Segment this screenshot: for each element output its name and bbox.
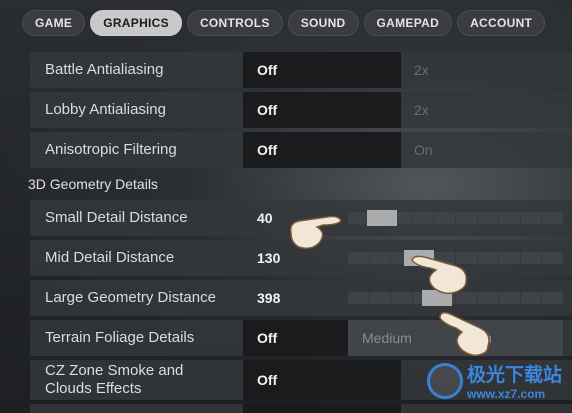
setting-label: Lobby Antialiasing	[45, 101, 166, 118]
tab-graphics[interactable]: GRAPHICS	[90, 10, 182, 36]
setting-label: Anisotropic Filtering	[45, 141, 177, 158]
pointing-hand-icon	[439, 311, 490, 357]
setting-row-partial	[30, 404, 572, 413]
setting-label: Mid Detail Distance	[45, 249, 175, 266]
value-box[interactable]	[243, 404, 401, 413]
tab-account[interactable]: ACCOUNT	[457, 10, 546, 36]
label-line-2: Clouds Effects	[45, 380, 142, 397]
watermark-url: www.xz7.com	[466, 387, 546, 401]
pointing-hand-icon	[411, 255, 468, 295]
alternate-option[interactable]: 2x	[414, 62, 429, 78]
setting-label: Large Geometry Distance	[45, 289, 216, 306]
slider-value: 130	[257, 250, 281, 266]
alternate-option[interactable]: 2x	[414, 102, 429, 118]
watermark-chinese: 极光下载站	[466, 365, 562, 386]
section-title: 3D Geometry Details	[28, 176, 158, 192]
label-line-1: CZ Zone Smoke and	[45, 362, 184, 379]
setting-row-battle-antialiasing: Battle Antialiasing Off 2x	[30, 52, 572, 88]
pointing-hand-icon	[289, 215, 342, 250]
setting-label: Battle Antialiasing	[45, 61, 164, 78]
slider-value: 40	[257, 210, 273, 226]
watermark: 极光下载站 www.xz7.com	[426, 360, 562, 401]
setting-row-lobby-antialiasing: Lobby Antialiasing Off 2x	[30, 92, 572, 128]
setting-row-anisotropic-filtering: Anisotropic Filtering Off On	[30, 132, 572, 168]
setting-label: CZ Zone Smoke and Clouds Effects	[45, 362, 183, 398]
tab-controls[interactable]: CONTROLS	[186, 10, 283, 36]
tab-game[interactable]: GAME	[22, 10, 86, 36]
current-option[interactable]: Off	[257, 62, 277, 78]
current-option[interactable]: Off	[257, 372, 277, 388]
tab-sound[interactable]: SOUND	[287, 10, 359, 36]
detail-slider[interactable]	[348, 210, 563, 226]
slider-value: 398	[257, 290, 281, 306]
setting-label: Small Detail Distance	[45, 209, 188, 226]
medium-option[interactable]: Medium	[362, 330, 412, 346]
setting-label: Terrain Foliage Details	[45, 329, 195, 346]
slider-knob[interactable]	[366, 210, 397, 226]
tab-bar: GAME GRAPHICS CONTROLS SOUND GAMEPAD ACC…	[22, 10, 546, 36]
alternate-option[interactable]: On	[414, 142, 433, 158]
current-option[interactable]: Off	[257, 102, 277, 118]
tab-gamepad[interactable]: GAMEPAD	[363, 10, 453, 36]
current-option[interactable]: Off	[257, 142, 277, 158]
current-option[interactable]: Off	[257, 330, 277, 346]
watermark-logo-icon	[426, 362, 463, 399]
